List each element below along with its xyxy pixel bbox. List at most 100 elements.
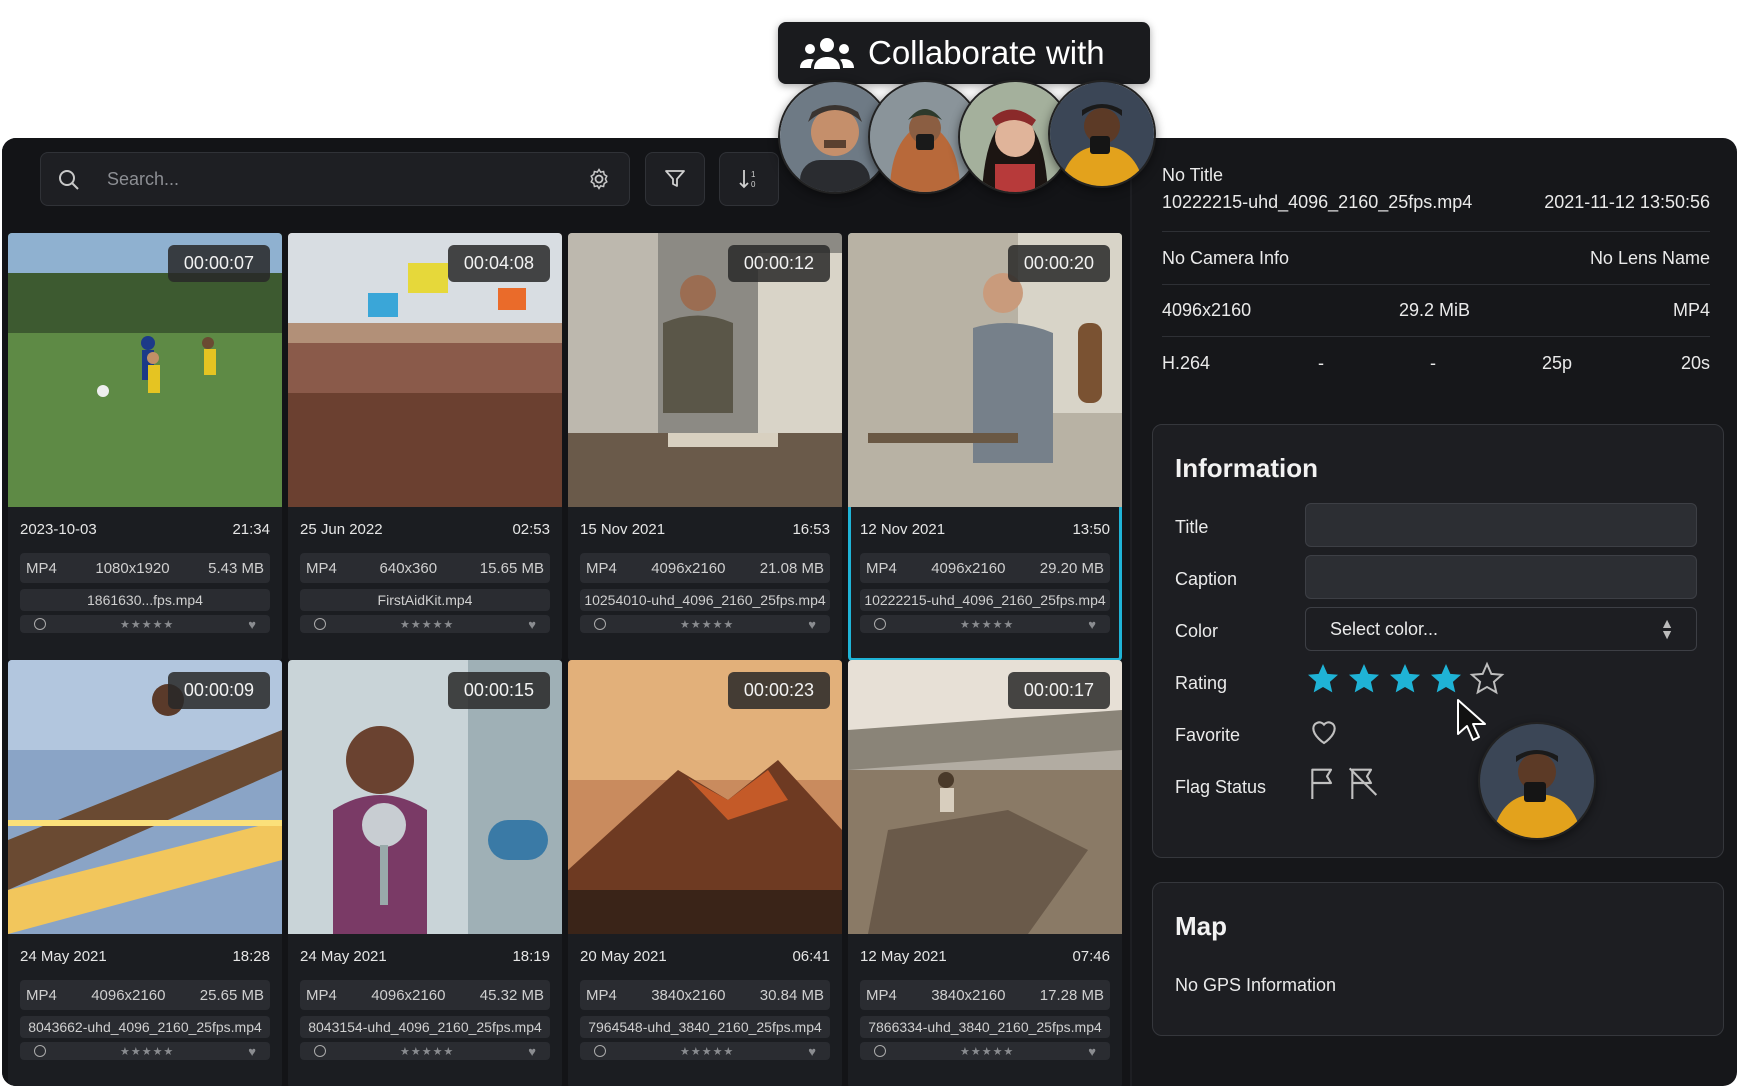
- card-date-row: 12 May 2021 07:46: [860, 948, 1110, 965]
- card-actions: ★★★★★ ♥: [20, 1042, 270, 1060]
- card-actions: ★★★★★ ♥: [860, 615, 1110, 633]
- star-filled-icon[interactable]: [1428, 661, 1464, 697]
- detail-duration: 20s: [1680, 353, 1710, 373]
- gear-icon[interactable]: [587, 167, 611, 191]
- unflag-icon[interactable]: [1347, 765, 1379, 801]
- mini-rating-stars[interactable]: ★★★★★: [120, 1045, 174, 1058]
- users-icon: [800, 38, 854, 69]
- detail-format: MP4: [1672, 300, 1710, 320]
- heart-icon[interactable]: [1307, 715, 1341, 747]
- card-actions: ★★★★★ ♥: [580, 615, 830, 633]
- card-meta-row: MP4 4096x2160 29.20 MB: [860, 553, 1110, 583]
- mini-rating-stars[interactable]: ★★★★★: [400, 618, 454, 631]
- card-actions: ★★★★★ ♥: [860, 1042, 1110, 1060]
- card-time: 16:53: [792, 521, 830, 538]
- search-icon: [59, 170, 79, 190]
- heart-icon[interactable]: ♥: [1088, 617, 1096, 632]
- media-card[interactable]: 00:00:07 2023-10-03 21:34 MP4 1080x1920 5.43 …: [8, 233, 282, 661]
- star-filled-icon[interactable]: [1305, 661, 1341, 697]
- rating-label: Rating: [1175, 673, 1228, 693]
- title-label: Title: [1175, 517, 1209, 537]
- mini-rating-stars[interactable]: ★★★★★: [400, 1045, 454, 1058]
- select-circle-icon[interactable]: [594, 1045, 606, 1057]
- media-card[interactable]: 00:00:17 12 May 2021 07:46 MP4 3840x2160 17.2…: [848, 660, 1122, 1086]
- detail-camera: No Camera Info: [1162, 248, 1290, 268]
- select-circle-icon[interactable]: [34, 1045, 46, 1057]
- star-filled-icon[interactable]: [1387, 661, 1423, 697]
- select-circle-icon[interactable]: [34, 618, 46, 630]
- mini-rating-stars[interactable]: ★★★★★: [960, 618, 1014, 631]
- color-select[interactable]: Select color... ▲ ▼: [1305, 607, 1697, 651]
- collaborate-banner: Collaborate with: [778, 22, 1150, 84]
- card-date: 12 Nov 2021: [860, 521, 946, 538]
- media-card[interactable]: 00:00:20 12 Nov 2021 13:50 MP4 4096x2160 29.2…: [848, 233, 1122, 661]
- color-label: Color: [1175, 621, 1219, 641]
- select-circle-icon[interactable]: [594, 618, 606, 630]
- duration-badge: 00:04:08: [447, 245, 550, 282]
- information-panel: Information Title Caption Color Select c…: [1152, 424, 1724, 858]
- media-card[interactable]: 00:00:09 24 May 2021 18:28 MP4 4096x2160 25.6…: [8, 660, 282, 1086]
- flag-icon[interactable]: [1307, 765, 1339, 801]
- media-card[interactable]: 00:00:15 24 May 2021 18:19 MP4 4096x2160 45.3…: [288, 660, 562, 1086]
- mini-rating-stars[interactable]: ★★★★★: [960, 1045, 1014, 1058]
- media-card[interactable]: 00:04:08 25 Jun 2022 02:53 MP4 640x360 15.65 …: [288, 233, 562, 661]
- avatar[interactable]: [1048, 80, 1156, 188]
- mini-rating-stars[interactable]: ★★★★★: [680, 618, 734, 631]
- card-size: 15.65 MB: [479, 559, 544, 577]
- media-card[interactable]: 00:00:23 20 May 2021 06:41 MP4 3840x2160 30.8…: [568, 660, 842, 1086]
- media-card[interactable]: 00:00:12 15 Nov 2021 16:53 MP4 4096x2160 21.0…: [568, 233, 842, 661]
- mini-rating-stars[interactable]: ★★★★★: [120, 618, 174, 631]
- card-time: 21:34: [232, 521, 270, 538]
- card-date: 12 May 2021: [860, 948, 947, 965]
- select-circle-icon[interactable]: [874, 618, 886, 630]
- detail-resolution: 4096x2160: [1162, 300, 1252, 320]
- heart-icon[interactable]: ♥: [528, 1044, 536, 1059]
- duration-badge: 00:00:20: [1007, 245, 1110, 282]
- card-time: 18:19: [512, 948, 550, 965]
- detail-codec: H.264: [1162, 353, 1211, 373]
- select-circle-icon[interactable]: [874, 1045, 886, 1057]
- detail-title: No Title: [1162, 165, 1224, 185]
- duration-badge: 00:00:17: [1007, 672, 1110, 709]
- card-format: MP4: [26, 986, 57, 1004]
- heart-icon[interactable]: ♥: [1088, 1044, 1096, 1059]
- heart-icon[interactable]: ♥: [248, 1044, 256, 1059]
- card-filename: FirstAidKit.mp4: [300, 589, 550, 611]
- card-date-row: 12 Nov 2021 13:50: [860, 521, 1110, 538]
- card-format: MP4: [306, 986, 337, 1004]
- select-circle-icon[interactable]: [314, 618, 326, 630]
- rating-stars[interactable]: [1305, 661, 1510, 702]
- detail-lens: No Lens Name: [1589, 248, 1710, 268]
- duration-badge: 00:00:07: [167, 245, 270, 282]
- caption-input[interactable]: [1305, 555, 1697, 599]
- card-actions: ★★★★★ ♥: [20, 615, 270, 633]
- card-date: 24 May 2021: [20, 948, 107, 965]
- map-text: No GPS Information: [1175, 975, 1337, 995]
- search-field[interactable]: Search...: [40, 152, 630, 206]
- detail-dash: -: [1318, 353, 1324, 373]
- card-time: 13:50: [1072, 521, 1110, 538]
- svg-text:0: 0: [751, 180, 756, 189]
- avatar[interactable]: [1478, 722, 1596, 840]
- card-date-row: 25 Jun 2022 02:53: [300, 521, 550, 538]
- card-time: 18:28: [232, 948, 270, 965]
- heart-icon[interactable]: ♥: [808, 617, 816, 632]
- heart-icon[interactable]: ♥: [248, 617, 256, 632]
- card-time: 06:41: [792, 948, 830, 965]
- card-meta-row: MP4 4096x2160 21.08 MB: [580, 553, 830, 583]
- select-circle-icon[interactable]: [314, 1045, 326, 1057]
- mini-rating-stars[interactable]: ★★★★★: [680, 1045, 734, 1058]
- detail-dash: -: [1430, 353, 1436, 373]
- card-meta-row: MP4 640x360 15.65 MB: [300, 553, 550, 583]
- star-empty-icon[interactable]: [1469, 661, 1505, 697]
- heart-icon[interactable]: ♥: [528, 617, 536, 632]
- duration-badge: 00:00:12: [727, 245, 830, 282]
- card-size: 29.20 MB: [1039, 559, 1104, 577]
- star-filled-icon[interactable]: [1346, 661, 1382, 697]
- filter-button[interactable]: [645, 152, 705, 206]
- title-input[interactable]: [1305, 503, 1697, 547]
- heart-icon[interactable]: ♥: [808, 1044, 816, 1059]
- search-input[interactable]: Search...: [107, 169, 179, 190]
- duration-badge: 00:00:23: [727, 672, 830, 709]
- sort-button[interactable]: 10: [719, 152, 779, 206]
